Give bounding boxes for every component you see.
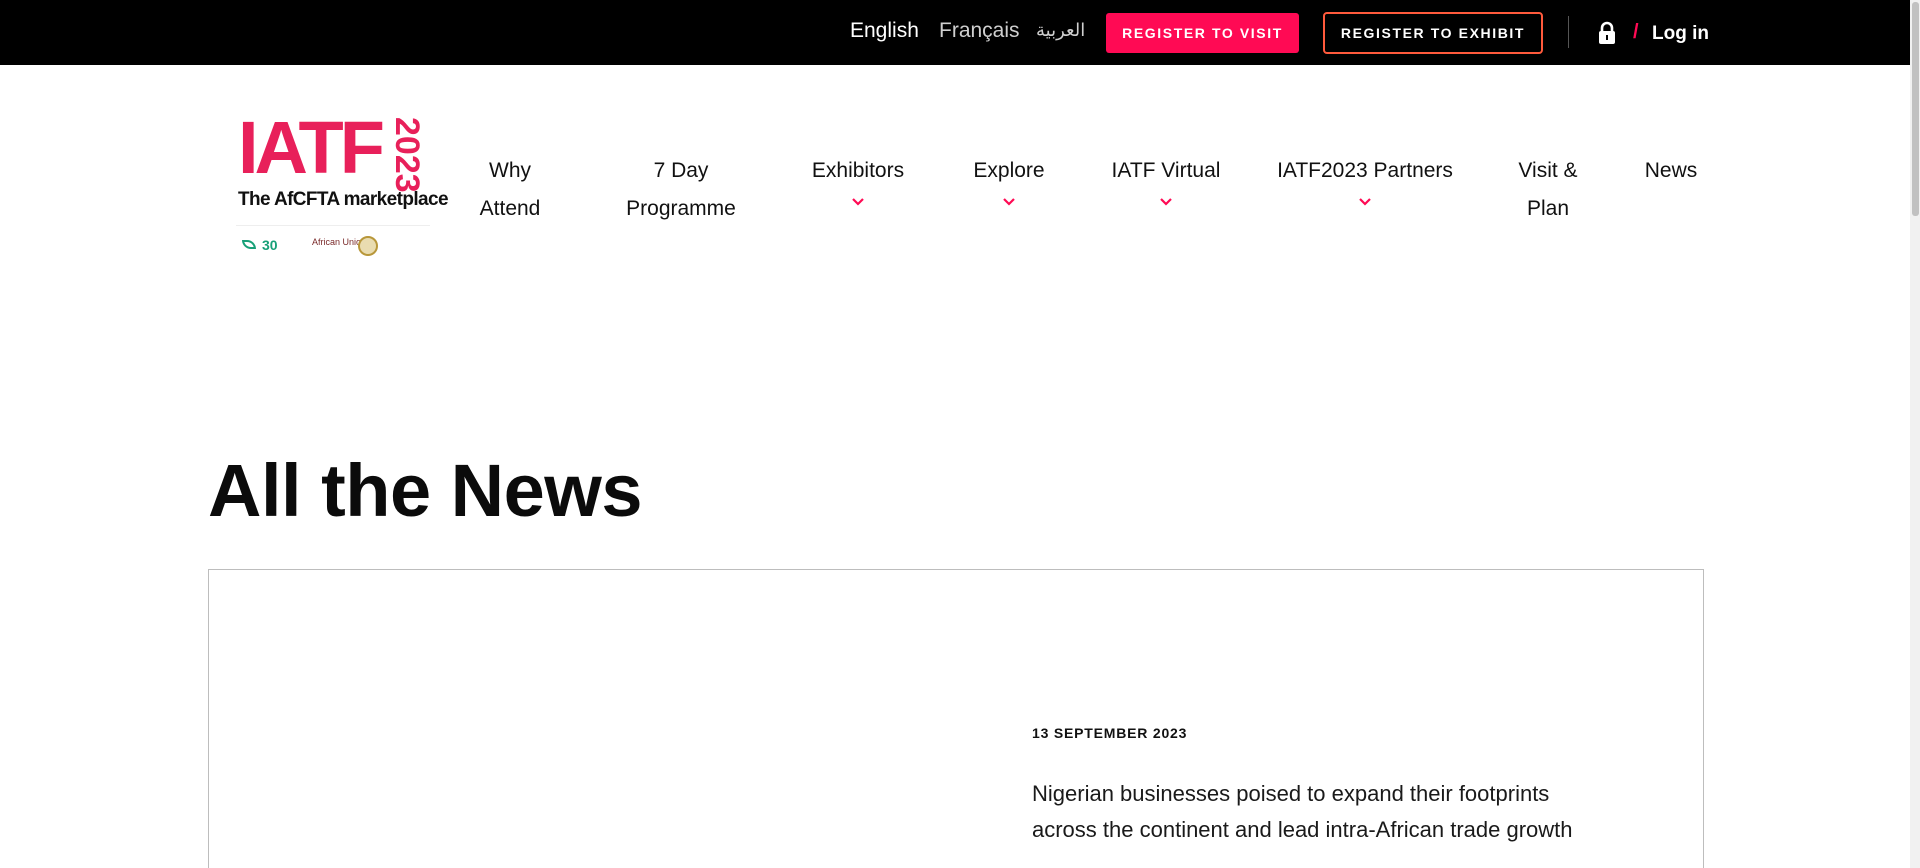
register-to-exhibit-button[interactable]: REGISTER TO EXHIBIT bbox=[1323, 12, 1543, 54]
afreximbank-leaf-icon bbox=[242, 240, 256, 249]
african-union-seal-icon bbox=[358, 236, 378, 256]
login-link[interactable]: Log in bbox=[1652, 23, 1709, 45]
login-separator: / bbox=[1633, 21, 1639, 43]
news-date: 13 SEPTEMBER 2023 bbox=[1032, 725, 1188, 741]
chevron-down-icon[interactable] bbox=[1158, 194, 1174, 210]
news-card[interactable]: 13 SEPTEMBER 2023 Nigerian businesses po… bbox=[208, 569, 1704, 868]
scrollbar-thumb[interactable] bbox=[1912, 2, 1919, 216]
news-headline[interactable]: Nigerian businesses poised to expand the… bbox=[1032, 776, 1612, 848]
language-arabic[interactable]: العربية bbox=[1036, 20, 1085, 41]
register-to-visit-button[interactable]: REGISTER TO VISIT bbox=[1106, 13, 1299, 53]
nav-item-explore[interactable]: Explore bbox=[968, 152, 1050, 210]
language-french[interactable]: Français bbox=[939, 19, 1020, 43]
logo-brand: IATF bbox=[238, 106, 385, 189]
logo-partner-strip: 30 African Union bbox=[236, 225, 430, 265]
logo-tagline: The AfCFTA marketplace bbox=[238, 189, 449, 210]
nav-item-visit-and-plan[interactable]: Visit & Plan bbox=[1510, 152, 1586, 228]
nav-item-exhibitors[interactable]: Exhibitors bbox=[806, 152, 910, 210]
nav-item-7-day-programme[interactable]: 7 Day Programme bbox=[620, 152, 742, 228]
topbar-divider bbox=[1568, 16, 1569, 48]
lock-icon[interactable] bbox=[1596, 21, 1618, 45]
nav-item-news[interactable]: News bbox=[1640, 152, 1702, 190]
partner-anniversary: 30 bbox=[262, 237, 278, 253]
nav-item-iatf2023-partners[interactable]: IATF2023 Partners bbox=[1272, 152, 1458, 210]
nav-item-iatf-virtual[interactable]: IATF Virtual bbox=[1106, 152, 1226, 210]
chevron-down-icon[interactable] bbox=[850, 194, 866, 210]
site-logo[interactable]: IATF 2023 The AfCFTA marketplace 30 Afri… bbox=[236, 106, 449, 265]
nav-item-why-attend[interactable]: Why Attend bbox=[472, 152, 548, 228]
logo-year: 2023 bbox=[388, 117, 426, 193]
chevron-down-icon[interactable] bbox=[1357, 194, 1373, 210]
language-english[interactable]: English bbox=[850, 19, 919, 43]
top-bar: English Français العربية REGISTER TO VIS… bbox=[0, 0, 1920, 65]
chevron-down-icon[interactable] bbox=[1001, 194, 1017, 210]
page-title: All the News bbox=[208, 449, 643, 532]
